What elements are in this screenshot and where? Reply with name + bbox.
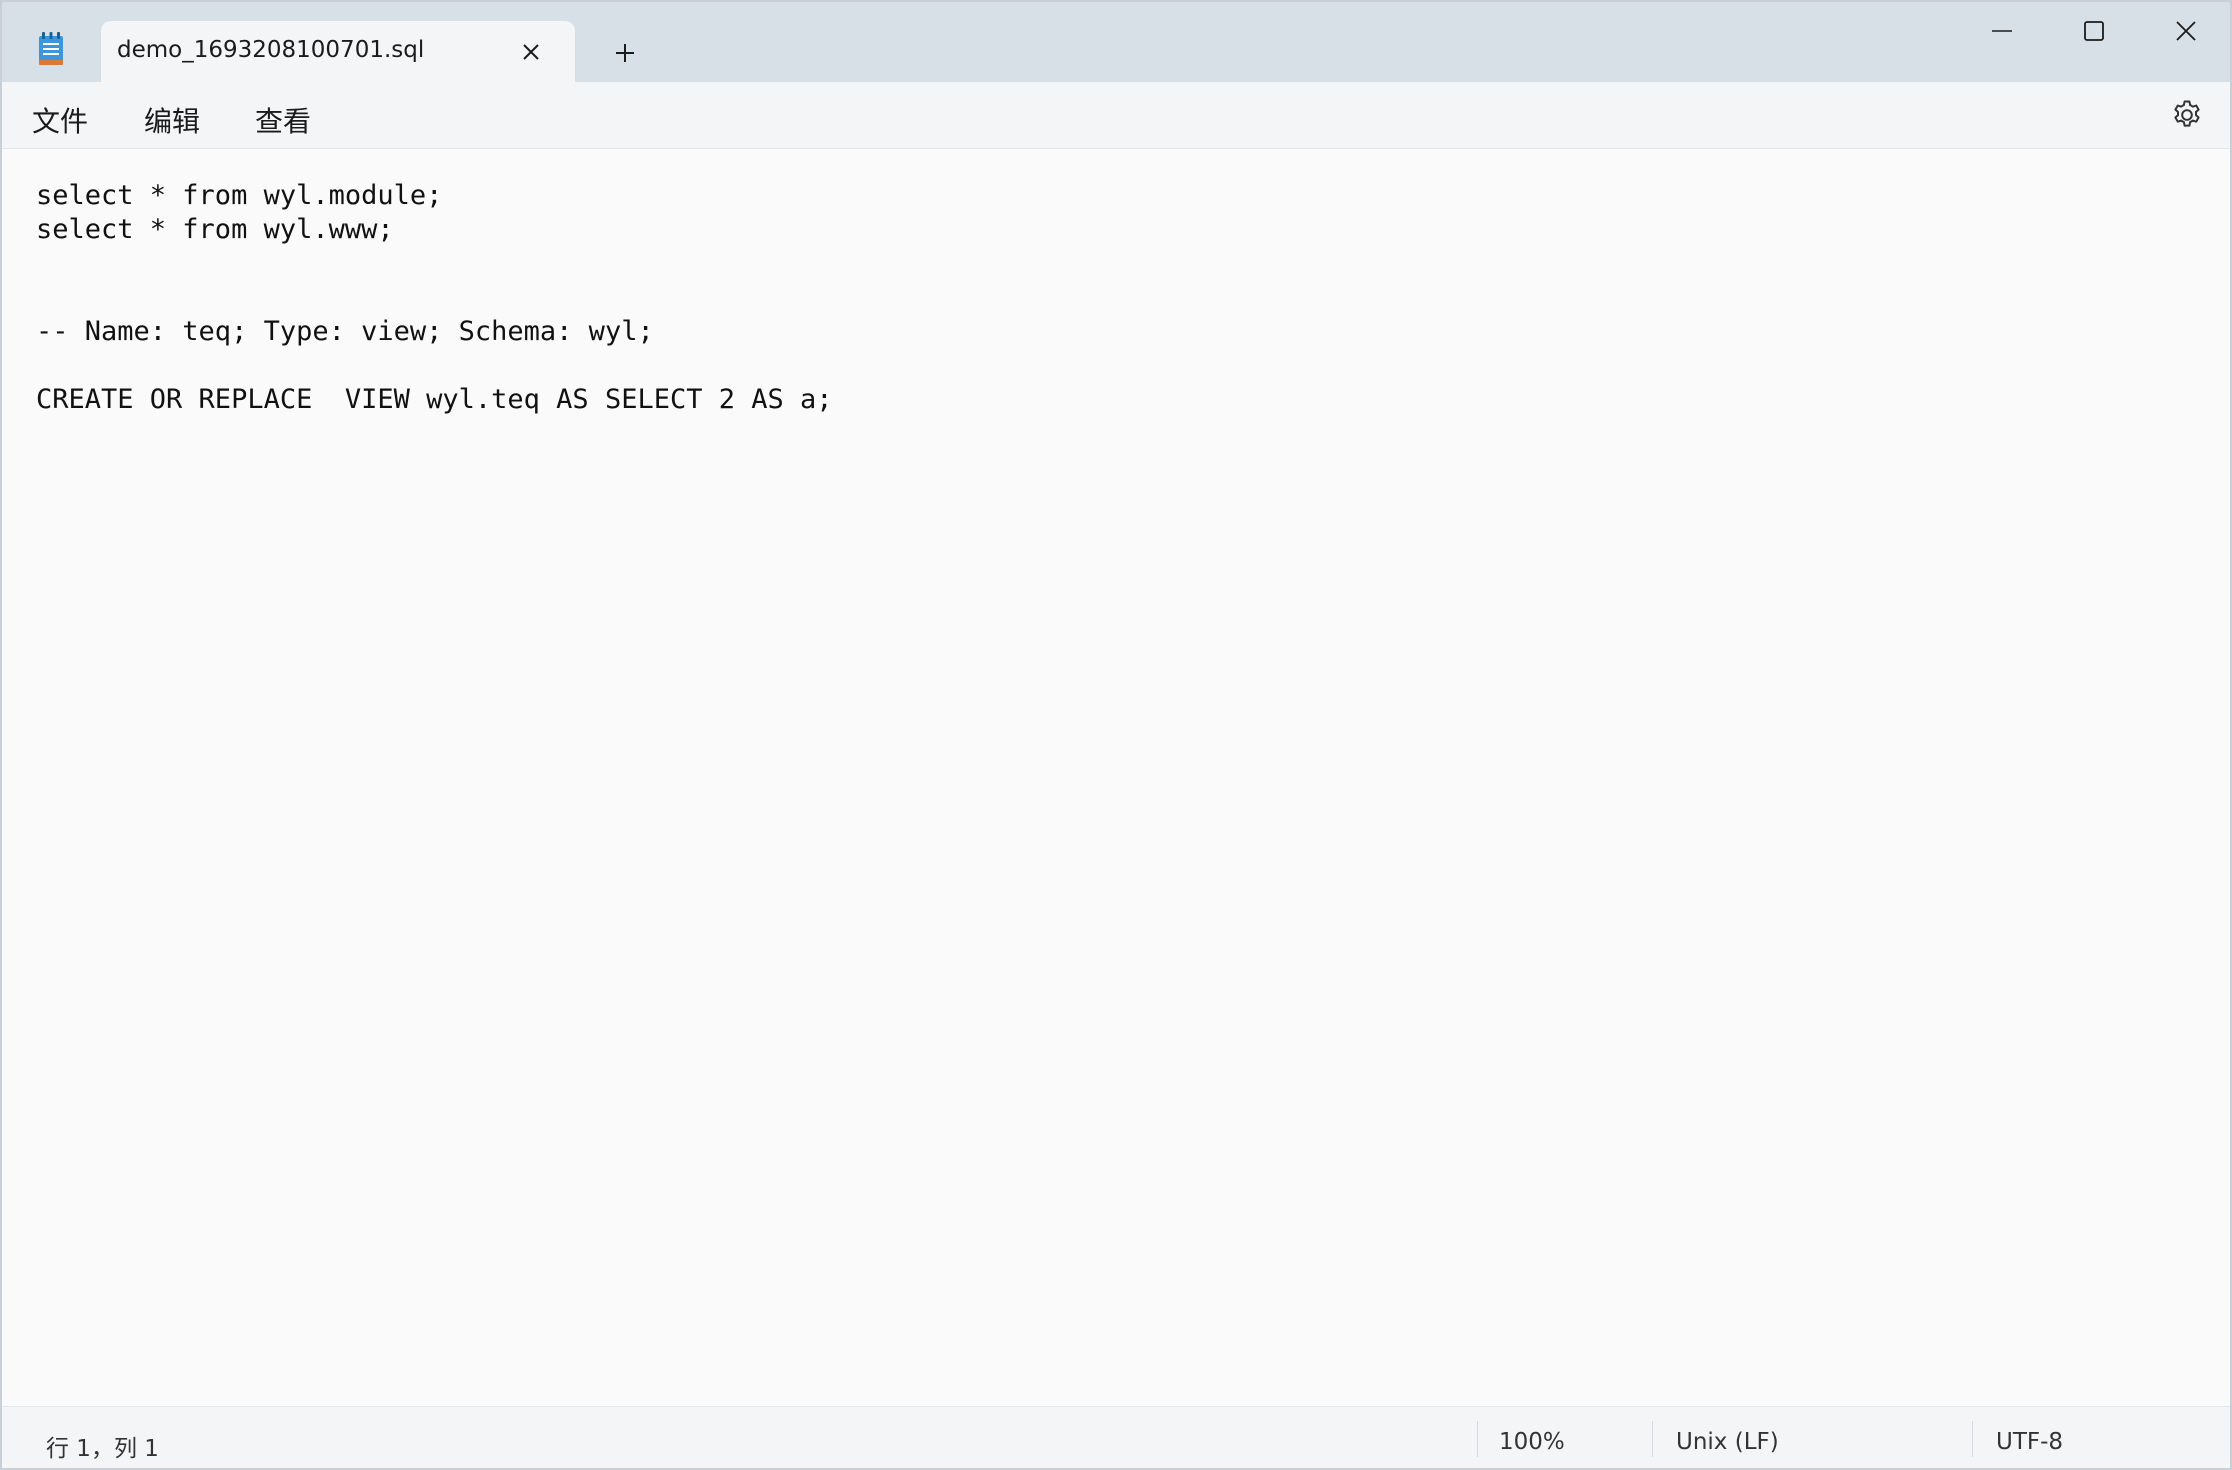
- maximize-icon: [2084, 21, 2104, 41]
- status-divider: [1972, 1421, 1973, 1457]
- close-icon: [2176, 21, 2196, 41]
- minimize-icon: [1992, 30, 2012, 32]
- close-button[interactable]: [2139, 2, 2230, 62]
- status-divider: [1652, 1421, 1653, 1457]
- menu-edit[interactable]: 编辑: [144, 100, 200, 140]
- editor-line: select * from wyl.module;: [36, 180, 443, 211]
- title-bar[interactable]: demo_1693208100701.sql: [2, 2, 2230, 83]
- text-editor[interactable]: select * from wyl.module; select * from w…: [2, 149, 2228, 1406]
- menu-bar: 文件 编辑 查看: [2, 82, 2230, 149]
- cursor-position: 行 1，列 1: [46, 1436, 159, 1462]
- status-divider: [1477, 1421, 1478, 1457]
- notepad-icon: [38, 32, 64, 66]
- encoding[interactable]: UTF-8: [1996, 1429, 2063, 1455]
- plus-icon[interactable]: [610, 38, 640, 68]
- tab-file[interactable]: demo_1693208100701.sql: [101, 21, 575, 83]
- tab-title: demo_1693208100701.sql: [117, 37, 425, 63]
- close-icon[interactable]: [519, 40, 543, 64]
- notepad-window: demo_1693208100701.sql 文件 编辑 查看 select *…: [0, 0, 2232, 1470]
- editor-line: -- Name: teq; Type: view; Schema: wyl;: [36, 316, 654, 347]
- gear-icon[interactable]: [2170, 98, 2204, 132]
- minimize-button[interactable]: [1955, 2, 2047, 62]
- menu-view[interactable]: 查看: [255, 100, 311, 140]
- maximize-button[interactable]: [2047, 2, 2139, 62]
- status-bar: 行 1，列 1 100% Unix (LF) UTF-8: [2, 1406, 2230, 1468]
- menu-file[interactable]: 文件: [32, 100, 88, 140]
- editor-line: CREATE OR REPLACE VIEW wyl.teq AS SELECT…: [36, 384, 833, 415]
- editor-line: select * from wyl.www;: [36, 214, 394, 245]
- line-ending[interactable]: Unix (LF): [1676, 1429, 1779, 1455]
- zoom-level[interactable]: 100%: [1499, 1429, 1565, 1455]
- editor-content[interactable]: select * from wyl.module; select * from w…: [36, 179, 833, 417]
